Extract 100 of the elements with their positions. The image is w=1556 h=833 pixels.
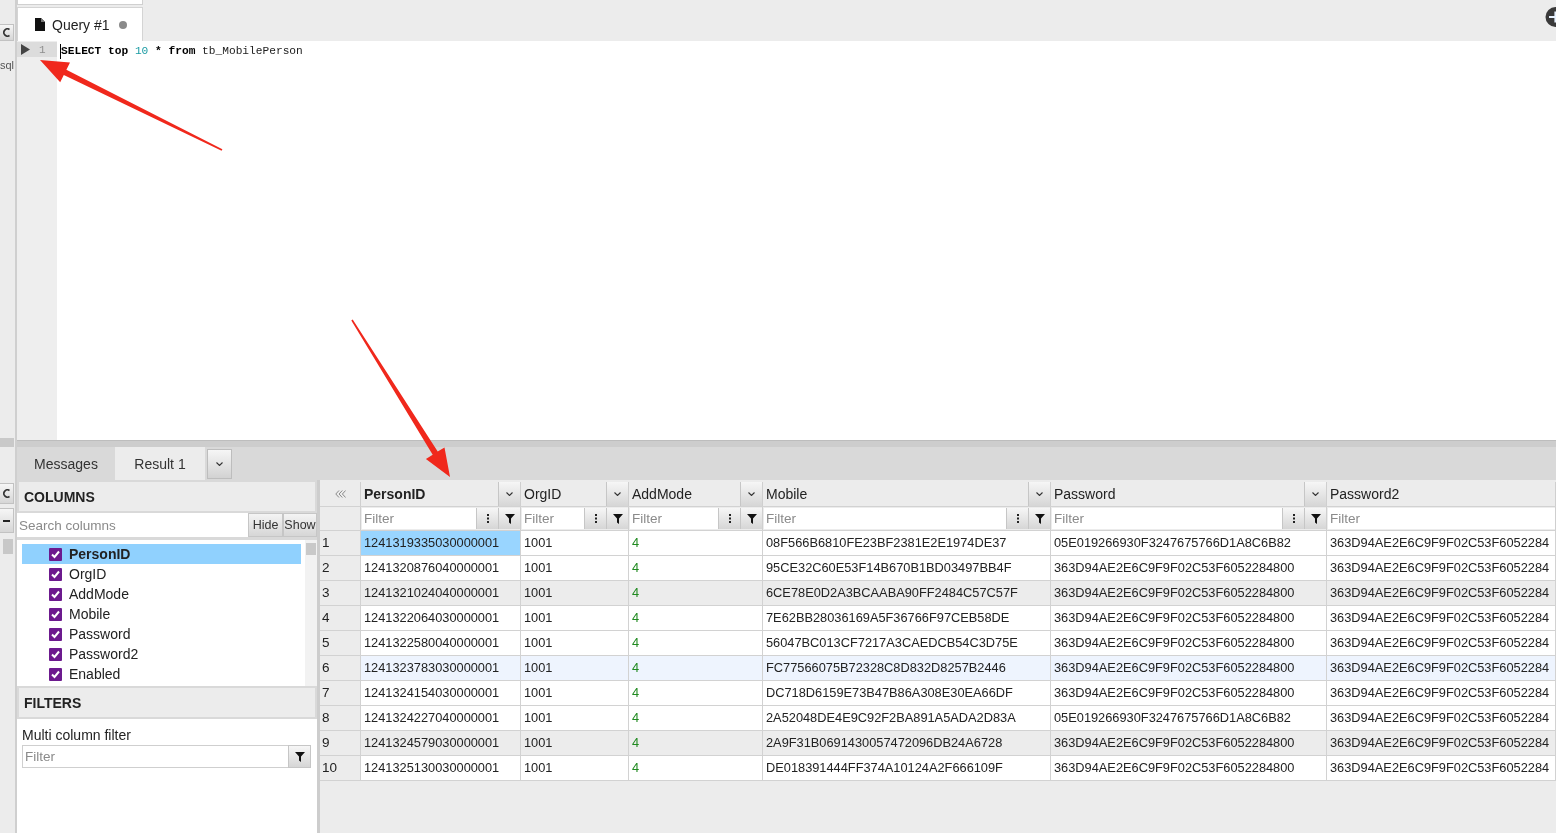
filter-options-button[interactable] [1282,508,1304,529]
scrollbar-thumb[interactable] [3,539,13,554]
row-number: 5 [320,631,361,655]
filter-field[interactable]: Filter [522,508,584,529]
table-row[interactable]: 6 1241323783030000001 1001 4 FC77566075B72328C8D832D8257B2446 363D94AE2E6C9F9F02C53F6052284800 363D94AE2E6C9F9F02C53F6052284 [320,656,1556,681]
side-button[interactable] [0,508,14,533]
column-header[interactable]: AddMode [629,482,740,506]
table-cell: 363D94AE2E6C9F9F02C53F6052284 [1327,631,1556,655]
filter-button[interactable] [288,745,311,768]
table-cell: 6CE78E0D2A3BCAABA90FF2484C57C57F [763,581,1051,605]
search-field[interactable]: Search columns [17,513,248,537]
table-row[interactable]: 5 1241322580040000001 1001 4 56047BC013CF7217A3CAEDCB54C3D75E 363D94AE2E6C9F9F02C53F6052284800 363D94AE2E6C9F9F02C53F6052284 [320,631,1556,656]
row-number: 6 [320,656,361,680]
column-list-item[interactable]: Password [22,624,301,644]
table-row[interactable]: 1 1241319335030000001 1001 4 08F566B6810FE23BF2381E2E1974DE37 05E019266930F3247675766D1A8C6B82 363D94AE2E6C9F9F02C53F6052284 [320,531,1556,556]
filter-icon [294,751,305,762]
table-cell: 56047BC013CF7217A3CAEDCB54C3D75E [763,631,1051,655]
play-icon[interactable] [21,44,30,55]
table-cell: 05E019266930F3247675766D1A8C6B82 [1051,531,1327,555]
checkbox[interactable] [49,667,62,681]
checkbox[interactable] [49,587,62,601]
filter-field[interactable]: Filter [1052,508,1282,529]
column-list-item[interactable]: OrgID [22,564,301,584]
column-header[interactable]: Password [1051,482,1304,506]
panel-header: FILTERS [19,688,315,717]
result-tab[interactable]: Result 1 [115,447,205,480]
side-label: sql [0,58,15,73]
filter-options-button[interactable] [584,508,606,529]
filter-options-button[interactable] [476,508,498,529]
side-button[interactable] [0,483,14,504]
table-row[interactable]: 9 1241324579030000001 1001 4 2A9F31B0691430057472096DB24A6728 363D94AE2E6C9F9F02C53F6052284800 363D94AE2E6C9F9F02C53F6052284 [320,731,1556,756]
collapse-icon[interactable] [334,490,346,498]
kebab-icon [1292,514,1295,523]
table-row[interactable]: 4 1241322064030000001 1001 4 7E62BB28036169A5F36766F97CEB58DE 363D94AE2E6C9F9F02C53F6052284800 363D94AE2E6C9F9F02C53F6052284 [320,606,1556,631]
table-cell: 1001 [521,706,629,730]
column-list-item[interactable]: Enabled [22,664,301,684]
table-row[interactable]: 7 1241324154030000001 1001 4 DC718D6159E73B47B86A308E30EA66DF 363D94AE2E6C9F9F02C53F6052284800 363D94AE2E6C9F9F02C53F6052284 [320,681,1556,706]
filter-field[interactable]: Filter [22,745,288,768]
filter-button[interactable] [1304,508,1326,529]
chevron-down-icon [506,492,513,496]
filter-button[interactable] [1028,508,1050,529]
chevron-down-icon [1312,492,1319,496]
filter-button[interactable] [740,508,762,529]
table-cell: FC77566075B72328C8D832D8257B2446 [763,656,1051,680]
filter-icon [504,513,515,524]
show-button[interactable]: Show [283,513,317,537]
column-header[interactable]: Password2 [1327,482,1555,506]
filter-field[interactable]: Filter [764,508,1006,529]
add-icon[interactable] [1545,7,1556,27]
table-cell: 2A52048DE4E9C92F2BA891A5ADA2D83A [763,706,1051,730]
row-number: 2 [320,556,361,580]
table-cell: 1241324579030000001 [361,731,521,755]
filter-options-button[interactable] [718,508,740,529]
column-list-item[interactable]: PersonID [22,544,301,564]
checkbox[interactable] [49,547,62,561]
side-button[interactable] [0,24,14,41]
line-number: 1 [39,43,46,56]
filter-field[interactable]: Filter [362,508,476,529]
filter-button[interactable] [498,508,520,529]
filter-field[interactable]: Filter [630,508,718,529]
column-list-item[interactable]: Mobile [22,604,301,624]
table-cell: 4 [629,606,763,630]
table-cell: 1241324227040000001 [361,706,521,730]
table-cell: 1001 [521,531,629,555]
table-row[interactable]: 3 1241321024040000001 1001 4 6CE78E0D2A3BCAABA90FF2484C57C57F 363D94AE2E6C9F9F02C53F6052284800 363D94AE2E6C9F9F02C53F6052284 [320,581,1556,606]
filter-options-button[interactable] [1006,508,1028,529]
checkbox[interactable] [49,567,62,581]
column-header[interactable]: Mobile [763,482,1028,506]
table-cell: DC718D6159E73B47B86A308E30EA66DF [763,681,1051,705]
table-cell: 1001 [521,606,629,630]
table-row[interactable]: 2 1241320876040000001 1001 4 95CE32C60E53F14B670B1BD03497BB4F 363D94AE2E6C9F9F02C53F6052284800 363D94AE2E6C9F9F02C53F6052284 [320,556,1556,581]
column-header[interactable]: OrgID [521,482,606,506]
column-list-item[interactable]: AddMode [22,584,301,604]
table-row[interactable]: 8 1241324227040000001 1001 4 2A52048DE4E9C92F2BA891A5ADA2D83A 05E019266930F3247675766D1A8C6B82 363D94AE2E6C9F9F02C53F6052284 [320,706,1556,731]
scrollbar-thumb[interactable] [306,543,316,555]
table-cell: 363D94AE2E6C9F9F02C53F6052284 [1327,681,1556,705]
table-row[interactable]: 10 1241325130030000001 1001 4 DE018391444FF374A10124A2F666109F 363D94AE2E6C9F9F02C53F6052284800 363D94AE2E6C9F9F02C53F6052284 [320,756,1556,781]
filter-field[interactable]: Filter [1328,508,1555,529]
chevron-down-icon [614,492,621,496]
checkbox[interactable] [49,627,62,641]
filter-button[interactable] [606,508,628,529]
table-cell: 1241322580040000001 [361,631,521,655]
table-cell: 1001 [521,631,629,655]
table-cell: 1241321024040000001 [361,581,521,605]
editor-tab[interactable]: Query #1 [17,7,143,41]
column-list-item[interactable]: Password2 [22,644,301,664]
table-cell: 1001 [521,731,629,755]
checkbox[interactable] [49,647,62,661]
table-cell: 363D94AE2E6C9F9F02C53F6052284800 [1051,756,1327,780]
table-cell: 363D94AE2E6C9F9F02C53F6052284 [1327,531,1556,555]
table-cell: 363D94AE2E6C9F9F02C53F6052284800 [1051,656,1327,680]
table-cell: 05E019266930F3247675766D1A8C6B82 [1051,706,1327,730]
hide-button[interactable]: Hide [248,513,283,537]
checkbox[interactable] [49,607,62,621]
splitter-handle[interactable] [0,438,14,447]
table-cell: 363D94AE2E6C9F9F02C53F6052284800 [1051,631,1327,655]
column-header[interactable]: PersonID [361,482,498,506]
chevron-down-icon [748,492,755,496]
row-number: 9 [320,731,361,755]
table-cell: 4 [629,656,763,680]
